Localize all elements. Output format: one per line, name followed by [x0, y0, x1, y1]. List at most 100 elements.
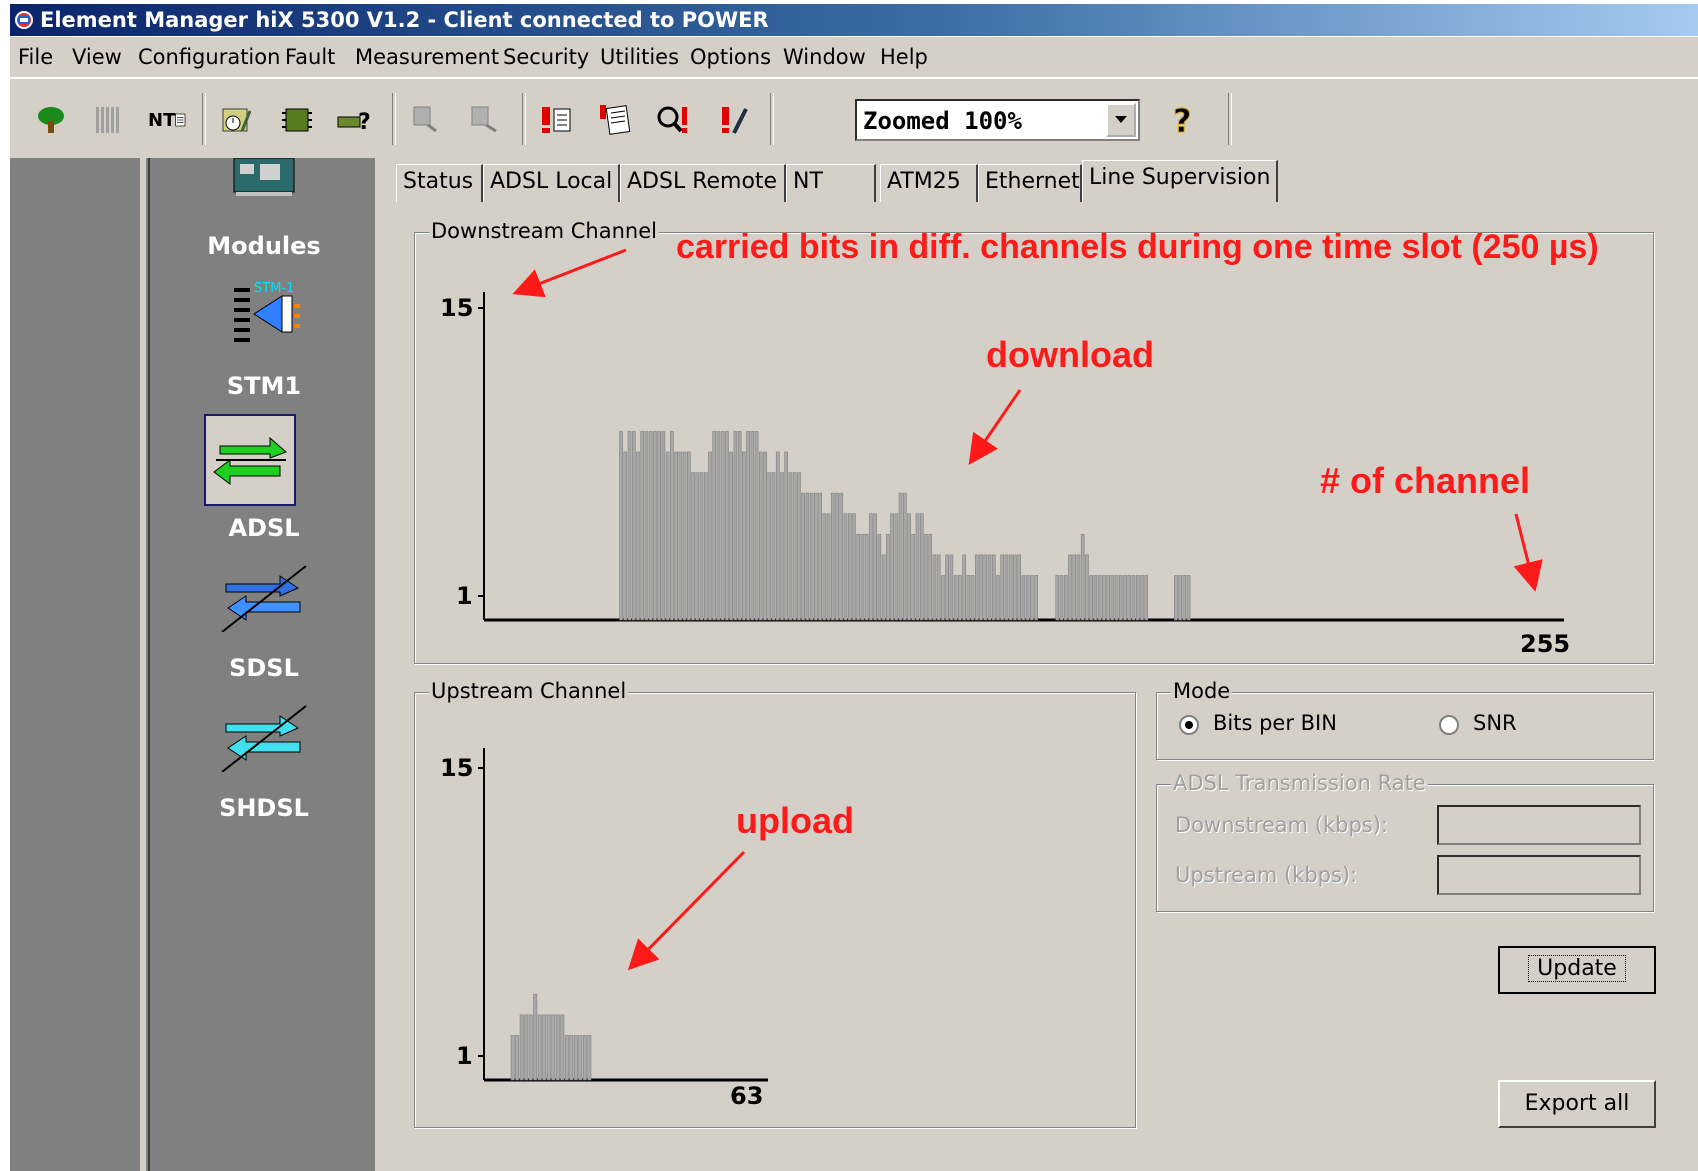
nt-icon[interactable]: NT: [148, 101, 186, 139]
upstream-bar: [528, 1014, 533, 1081]
downstream-bar: [695, 472, 700, 621]
bits-per-bin-radio[interactable]: [1179, 715, 1199, 735]
downstream-bar: [805, 492, 810, 621]
menu-fault[interactable]: Fault: [285, 45, 335, 69]
upstream-bar: [569, 1035, 574, 1081]
downstream-bar: [983, 554, 988, 621]
zoom-out-icon[interactable]: [408, 101, 446, 139]
tab-line-supervision[interactable]: Line Supervision: [1082, 160, 1278, 202]
module-label-shdsl[interactable]: SHDSL: [184, 794, 344, 822]
menu-view[interactable]: View: [72, 45, 122, 69]
zoom-in-icon[interactable]: [466, 101, 504, 139]
downstream-bar: [763, 451, 767, 621]
downstream-bar: [1004, 554, 1009, 621]
downstream-bar: [640, 431, 645, 621]
tab-status[interactable]: Status: [396, 164, 483, 202]
downstream-bar: [864, 533, 869, 621]
downstream-bar: [869, 513, 873, 621]
tab-atm25[interactable]: ATM25: [880, 164, 978, 202]
sdsl-icon[interactable]: [220, 562, 310, 633]
snr-label[interactable]: SNR: [1473, 711, 1517, 735]
snr-radio[interactable]: [1439, 715, 1459, 735]
export-all-button[interactable]: Export all: [1498, 1080, 1656, 1128]
upstream-bar: [537, 1014, 542, 1081]
menu-measurement[interactable]: Measurement: [355, 45, 499, 69]
query-icon[interactable]: ?: [336, 101, 374, 139]
downstream-bar: [898, 492, 903, 621]
downstream-bar: [691, 472, 695, 621]
update-button[interactable]: Update: [1498, 946, 1656, 994]
alarm-list-icon[interactable]: [538, 101, 576, 139]
help-icon[interactable]: ?: [1165, 101, 1203, 139]
downstream-bar: [754, 431, 759, 621]
downstream-rate-label: Downstream (kbps):: [1175, 813, 1388, 837]
downstream-bar: [1063, 575, 1068, 621]
upstream-bar: [578, 1035, 583, 1081]
downstream-bar: [720, 431, 725, 621]
tab-ethernet[interactable]: Ethernet: [978, 164, 1082, 202]
downstream-bar: [644, 431, 649, 621]
downstream-bar: [750, 431, 755, 621]
tab-adsl-remote[interactable]: ADSL Remote: [620, 164, 786, 202]
downstream-bar: [725, 431, 729, 621]
menu-window[interactable]: Window: [783, 45, 866, 69]
downstream-bar: [653, 431, 657, 621]
menu-file[interactable]: File: [18, 45, 53, 69]
downstream-bar: [1093, 575, 1098, 621]
downstream-bar: [1114, 575, 1119, 621]
downstream-bar: [771, 472, 776, 621]
toolbar: NT ? Zoomed 100% ?: [10, 78, 1698, 160]
tab-adsl-local[interactable]: ADSL Local: [483, 164, 620, 202]
downstream-bar: [758, 451, 763, 621]
downstream-bar: [623, 451, 628, 621]
upstream-bar: [515, 1035, 520, 1081]
menu-configuration[interactable]: Configuration: [138, 45, 280, 69]
downstream-bar: [648, 431, 653, 621]
module-label-sdsl[interactable]: SDSL: [184, 654, 344, 682]
module-label-adsl[interactable]: ADSL: [184, 514, 344, 542]
svg-text:?: ?: [1173, 102, 1192, 138]
tree-icon[interactable]: [32, 101, 70, 139]
downstream-bar: [852, 513, 856, 621]
downstream-bar: [1059, 575, 1064, 621]
rack-icon[interactable]: [90, 101, 128, 139]
menu-help[interactable]: Help: [880, 45, 928, 69]
downstream-bar: [1140, 575, 1144, 621]
zoom-select[interactable]: Zoomed 100%: [855, 99, 1140, 141]
upstream-bar: [551, 1014, 556, 1081]
module-label-stm1[interactable]: STM1: [184, 372, 344, 400]
chevron-down-icon[interactable]: [1106, 103, 1136, 137]
mode-group: Mode Bits per BIN SNR: [1156, 679, 1654, 760]
adsl-module-selected[interactable]: [204, 414, 296, 506]
downstream-bar: [631, 431, 636, 621]
downstream-bar: [1021, 575, 1026, 621]
downstream-bar: [784, 451, 789, 621]
downstream-bar: [822, 513, 827, 621]
menu-utilities[interactable]: Utilities: [600, 45, 679, 69]
downstream-y-top-label: 15: [440, 294, 473, 322]
alarm-log-icon[interactable]: [596, 101, 634, 139]
upstream-bar: [573, 1035, 578, 1081]
schedule-icon[interactable]: [218, 101, 256, 139]
stm1-icon[interactable]: STM-1: [220, 278, 310, 348]
upstream-bar: [510, 1035, 515, 1081]
downstream-bar: [1102, 575, 1106, 621]
menu-options[interactable]: Options: [690, 45, 771, 69]
shdsl-icon[interactable]: [220, 702, 310, 773]
upstream-bar: [546, 1014, 551, 1081]
title-bar[interactable]: Element Manager hiX 5300 V1.2 - Client c…: [10, 4, 1698, 36]
downstream-bar: [657, 431, 661, 621]
downstream-bar: [703, 472, 708, 621]
downstream-bar: [636, 451, 640, 621]
alarm-edit-icon[interactable]: [716, 101, 754, 139]
downstream-bar: [674, 451, 678, 621]
upstream-bar: [524, 1014, 529, 1081]
downstream-bar: [877, 533, 882, 621]
tab-nt[interactable]: NT: [786, 164, 876, 202]
bits-per-bin-label[interactable]: Bits per BIN: [1213, 711, 1337, 735]
menu-security[interactable]: Security: [503, 45, 589, 69]
board-icon[interactable]: [278, 101, 316, 139]
downstream-bar: [936, 554, 941, 621]
downstream-bar: [890, 513, 894, 621]
alarm-search-icon[interactable]: [654, 101, 692, 139]
